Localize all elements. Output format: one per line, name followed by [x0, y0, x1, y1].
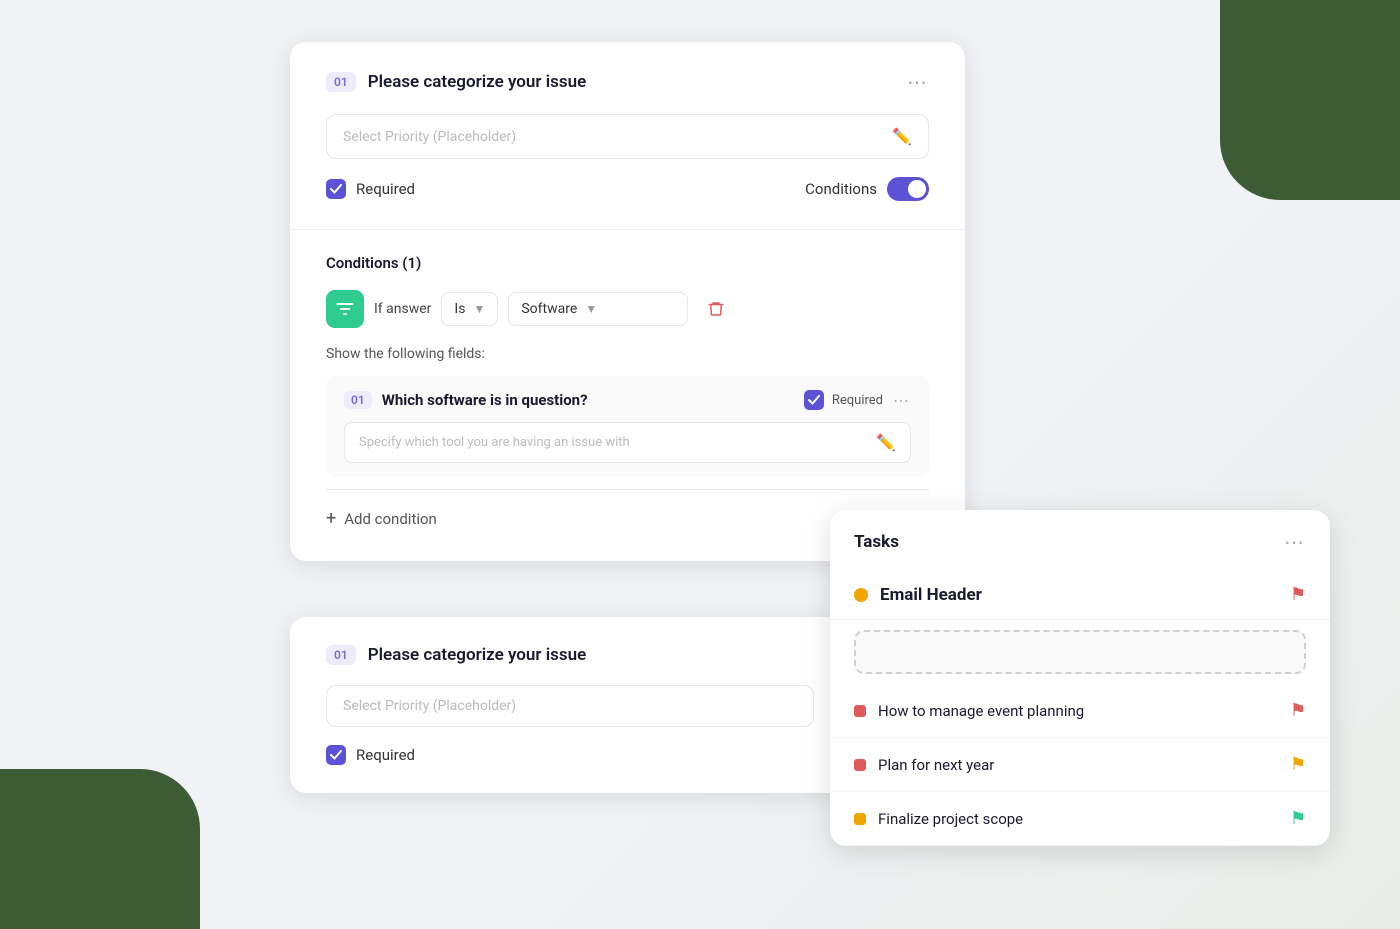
- task-item-2[interactable]: Finalize project scope ⚑: [830, 792, 1330, 846]
- priority-placeholder: Select Priority (Placeholder): [343, 129, 516, 145]
- edit-icon[interactable]: ✏️: [892, 127, 912, 146]
- preview-placeholder: Select Priority (Placeholder): [343, 698, 516, 714]
- task-item-0[interactable]: How to manage event planning ⚑: [830, 684, 1330, 738]
- form-section-1: 01 Please categorize your issue ⋯ Select…: [290, 42, 965, 230]
- email-header-row: Email Header ⚑: [830, 570, 1330, 620]
- filter-icon-btn[interactable]: [326, 290, 364, 328]
- email-header-title: Email Header: [880, 585, 1278, 605]
- section-title-1: Please categorize your issue: [368, 72, 587, 92]
- conditions-toggle[interactable]: [887, 177, 929, 201]
- preview-required-checkbox[interactable]: [326, 745, 346, 765]
- nested-step-badge: 01: [344, 391, 372, 409]
- nested-edit-icon[interactable]: ✏️: [876, 433, 896, 452]
- required-conditions-row: Required Conditions: [326, 177, 929, 201]
- delete-condition-button[interactable]: [698, 291, 734, 327]
- toggle-knob: [908, 180, 926, 198]
- task-label-2: Finalize project scope: [878, 810, 1278, 828]
- conditions-label: Conditions: [805, 180, 877, 198]
- nested-field-title: Which software is in question?: [382, 391, 794, 409]
- condition-row: If answer Is ▼ Software ▼: [326, 290, 929, 328]
- preview-priority-input[interactable]: Select Priority (Placeholder): [326, 685, 814, 727]
- plus-icon: +: [326, 508, 336, 529]
- email-dot: [854, 588, 868, 602]
- priority-field-input[interactable]: Select Priority (Placeholder) ✏️: [326, 114, 929, 159]
- task-dot-0: [854, 705, 866, 717]
- software-chevron-icon: ▼: [585, 302, 597, 316]
- task-label-0: How to manage event planning: [878, 702, 1278, 720]
- task-label-1: Plan for next year: [878, 756, 1278, 774]
- preview-section-header: 01 Please categorize your issue: [326, 645, 814, 665]
- conditions-count-title: Conditions (1): [326, 254, 929, 272]
- step-badge-1: 01: [326, 72, 356, 92]
- software-dropdown[interactable]: Software ▼: [508, 292, 688, 326]
- tasks-title: Tasks: [854, 532, 899, 552]
- is-dropdown-value: Is: [454, 301, 465, 317]
- section-title-group: 01 Please categorize your issue: [326, 72, 586, 92]
- task-item-1[interactable]: Plan for next year ⚑: [830, 738, 1330, 792]
- required-checkbox[interactable]: [326, 179, 346, 199]
- section-1-header: 01 Please categorize your issue ⋯: [326, 70, 929, 94]
- preview-required-row: Required: [326, 745, 814, 765]
- drop-zone: [854, 630, 1306, 674]
- nested-required-group: Required: [804, 390, 883, 410]
- required-left: Required: [326, 179, 415, 199]
- section-1-dots-menu[interactable]: ⋯: [907, 70, 929, 94]
- form-card-main: 01 Please categorize your issue ⋯ Select…: [290, 42, 965, 561]
- preview-title-group: 01 Please categorize your issue: [326, 645, 586, 665]
- conditions-right: Conditions: [805, 177, 929, 201]
- form-card-preview: 01 Please categorize your issue Select P…: [290, 617, 850, 793]
- nested-required-label: Required: [832, 393, 883, 408]
- show-fields-label: Show the following fields:: [326, 346, 929, 362]
- is-dropdown[interactable]: Is ▼: [441, 292, 498, 326]
- task-flag-2: ⚑: [1290, 808, 1306, 829]
- software-dropdown-value: Software: [521, 301, 577, 317]
- preview-section-title: Please categorize your issue: [368, 645, 587, 665]
- add-condition-label: Add condition: [344, 510, 437, 528]
- task-dot-2: [854, 813, 866, 825]
- tasks-header: Tasks ⋯: [830, 510, 1330, 570]
- task-dot-1: [854, 759, 866, 771]
- nested-placeholder: Specify which tool you are having an iss…: [359, 435, 630, 450]
- nested-field-dots-menu[interactable]: ⋯: [893, 391, 911, 410]
- preview-step-badge: 01: [326, 645, 356, 665]
- preview-required-label: Required: [356, 746, 415, 764]
- divider: [326, 489, 929, 490]
- task-flag-0: ⚑: [1290, 700, 1306, 721]
- tasks-dots-menu[interactable]: ⋯: [1284, 530, 1306, 554]
- required-label: Required: [356, 180, 415, 198]
- task-flag-1: ⚑: [1290, 754, 1306, 775]
- tasks-panel: Tasks ⋯ Email Header ⚑ How to manage eve…: [830, 510, 1330, 846]
- nested-field: 01 Which software is in question? Requir…: [326, 376, 929, 477]
- nested-field-header: 01 Which software is in question? Requir…: [344, 390, 911, 410]
- email-flag-icon: ⚑: [1290, 584, 1306, 605]
- if-answer-label: If answer: [374, 301, 431, 317]
- nested-required-checkbox[interactable]: [804, 390, 824, 410]
- chevron-down-icon: ▼: [473, 302, 485, 316]
- nested-field-input[interactable]: Specify which tool you are having an iss…: [344, 422, 911, 463]
